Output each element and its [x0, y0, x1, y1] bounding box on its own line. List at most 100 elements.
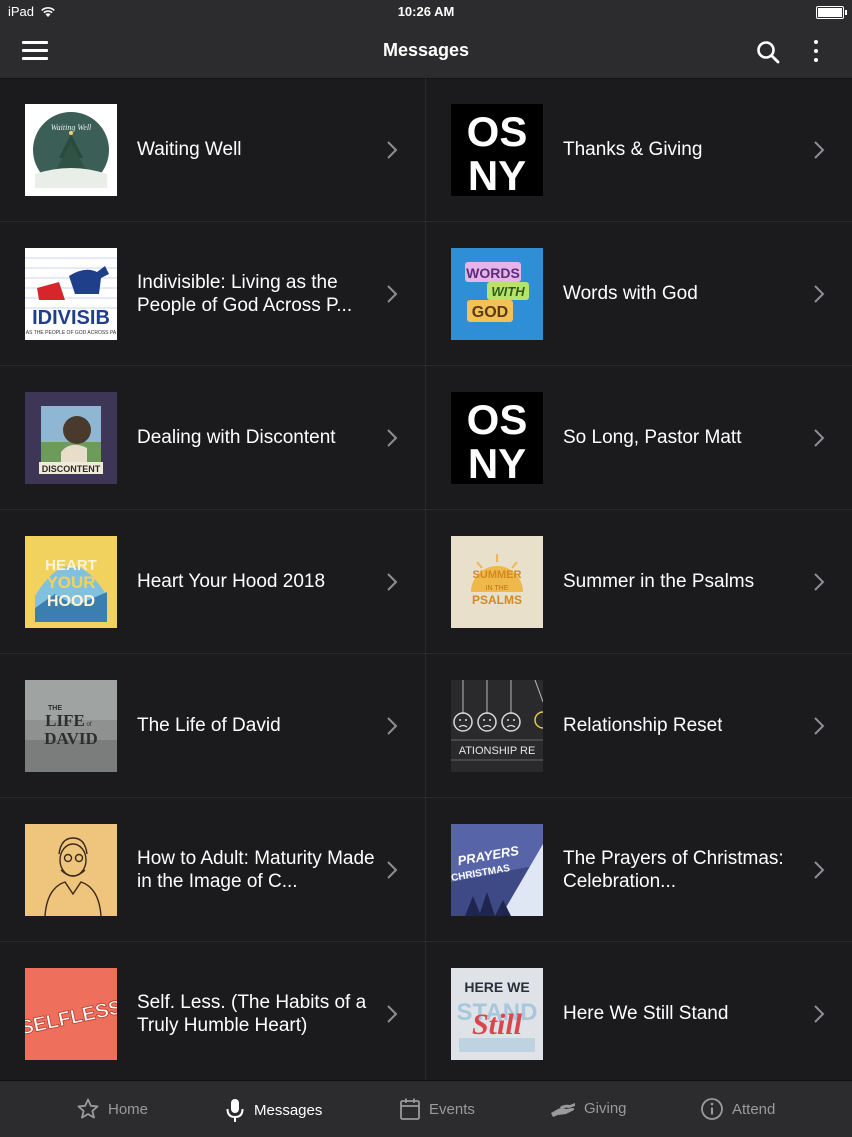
page-title: Messages — [382, 40, 470, 60]
message-title: Indivisible: Living as the People of God… — [137, 271, 353, 316]
series-artwork: IDIVISIB AS THE PEOPLE OF GOD ACROSS PA — [25, 248, 117, 340]
message-title: Thanks & Giving — [563, 139, 703, 160]
art-text: AS THE PEOPLE OF GOD ACROSS PA — [26, 330, 117, 336]
chevron-right-icon — [387, 141, 398, 159]
chevron-right-icon — [814, 1005, 825, 1023]
star-icon — [77, 1098, 99, 1119]
series-artwork: OS NY — [451, 104, 543, 196]
message-item[interactable]: OS NY So Long, Pastor Matt — [426, 366, 852, 510]
message-item[interactable]: Waiting Well Waiting Well — [0, 78, 426, 222]
chevron-right-icon — [387, 429, 398, 447]
art-text: NY — [468, 152, 526, 196]
art-text: HERE WE — [464, 979, 529, 995]
message-item[interactable]: SELFLESS Self. Less. (The Habits of a Tr… — [0, 942, 426, 1086]
message-item[interactable]: SUMMER IN THE PSALMS Summer in the Psalm… — [426, 510, 852, 654]
art-text: HEART — [45, 557, 97, 574]
chevron-right-icon — [387, 717, 398, 735]
art-text: Waiting Well — [51, 123, 92, 132]
art-text: NY — [468, 440, 526, 484]
message-title: Summer in the Psalms — [563, 571, 755, 592]
series-artwork: THE LIFE of DAVID — [25, 680, 117, 772]
series-artwork: DISCONTENT — [25, 392, 117, 484]
tab-messages[interactable]: Messages — [224, 1097, 322, 1123]
chevron-right-icon — [814, 717, 825, 735]
art-text: PSALMS — [472, 593, 522, 607]
giving-hands-icon — [551, 1103, 575, 1117]
calendar-icon — [400, 1098, 420, 1120]
message-title: The Prayers of Christmas: Celebration... — [563, 847, 784, 892]
art-text: SELFLESS — [25, 996, 117, 1039]
art-text: WORDS — [466, 265, 520, 281]
series-artwork: ATIONSHIP RE — [451, 680, 543, 772]
series-artwork: Waiting Well — [25, 104, 117, 196]
message-title: Self. Less. (The Habits of a Truly Humbl… — [137, 991, 367, 1036]
art-text: YOUR — [46, 573, 95, 592]
tab-label: Messages — [254, 1101, 323, 1119]
art-text: HOOD — [47, 593, 95, 610]
art-text: ATIONSHIP RE — [459, 745, 536, 757]
message-item[interactable]: DISCONTENT Dealing with Discontent — [0, 366, 426, 510]
art-text: LIFE — [45, 711, 85, 730]
message-title: Relationship Reset — [563, 715, 723, 736]
message-title: Heart Your Hood 2018 — [137, 571, 326, 592]
series-artwork — [25, 824, 117, 916]
series-artwork: PRAYERS CHRISTMAS — [451, 824, 543, 916]
message-item[interactable]: PRAYERS CHRISTMAS The Prayers of Christm… — [426, 798, 852, 942]
microphone-icon — [226, 1099, 244, 1122]
search-icon[interactable] — [754, 38, 782, 66]
art-text: SUMMER — [473, 569, 522, 581]
chevron-right-icon — [387, 1005, 398, 1023]
message-title: The Life of David — [137, 715, 281, 736]
message-item[interactable]: THE LIFE of DAVID The Life of David — [0, 654, 426, 798]
series-artwork: HERE WE STAND Still — [451, 968, 543, 1060]
message-item[interactable]: WORDS WITH GOD Words with God — [426, 222, 852, 366]
art-text: GOD — [472, 304, 508, 321]
chevron-right-icon — [387, 573, 398, 591]
tab-home[interactable]: Home — [76, 1097, 148, 1121]
clock: 10:26 AM — [397, 4, 455, 19]
message-title: How to Adult: Maturity Made in the Image… — [137, 847, 375, 892]
message-item[interactable]: HERE WE STAND Still Here We Still Stand — [426, 942, 852, 1086]
chevron-right-icon — [814, 285, 825, 303]
info-circle-icon — [701, 1098, 723, 1120]
chevron-right-icon — [814, 861, 825, 879]
status-bar: iPad 10:26 AM — [0, 0, 852, 24]
art-text: WITH — [491, 284, 525, 299]
art-text: of — [86, 722, 91, 728]
chevron-right-icon — [814, 141, 825, 159]
tab-label: Giving — [584, 1099, 627, 1117]
more-vertical-icon[interactable] — [806, 37, 826, 65]
message-title: Here We Still Stand — [563, 1003, 729, 1024]
art-text: Still — [472, 1008, 523, 1041]
message-title: So Long, Pastor Matt — [563, 427, 742, 448]
art-text: DAVID — [44, 729, 98, 748]
message-item[interactable]: How to Adult: Maturity Made in the Image… — [0, 798, 426, 942]
art-text: OS — [467, 396, 528, 443]
series-artwork: HEART YOUR HOOD — [25, 536, 117, 628]
message-item[interactable]: ATIONSHIP RE Relationship Reset — [426, 654, 852, 798]
chevron-right-icon — [814, 429, 825, 447]
chevron-right-icon — [387, 285, 398, 303]
art-text: DISCONTENT — [42, 464, 101, 474]
battery-icon — [816, 6, 847, 19]
message-item[interactable]: OS NY Thanks & Giving — [426, 78, 852, 222]
message-title: Words with God — [563, 283, 698, 304]
messages-grid: Waiting Well Waiting Well OS NY Thanks &… — [0, 78, 852, 1086]
tab-label: Home — [108, 1100, 149, 1118]
tab-events[interactable]: Events — [399, 1097, 475, 1121]
tab-giving[interactable]: Giving — [550, 1097, 627, 1119]
tab-attend[interactable]: Attend — [700, 1097, 775, 1121]
message-item[interactable]: HEART YOUR HOOD Heart Your Hood 2018 — [0, 510, 426, 654]
tab-label: Attend — [732, 1100, 776, 1118]
chevron-right-icon — [814, 573, 825, 591]
series-artwork: SELFLESS — [25, 968, 117, 1060]
bottom-tab-bar: Home Messages Events Giving Attend — [0, 1080, 852, 1137]
series-artwork: WORDS WITH GOD — [451, 248, 543, 340]
message-title: Waiting Well — [137, 139, 242, 160]
chevron-right-icon — [387, 861, 398, 879]
message-item[interactable]: IDIVISIB AS THE PEOPLE OF GOD ACROSS PA … — [0, 222, 426, 366]
art-text: IDIVISIB — [32, 307, 110, 329]
series-artwork: OS NY — [451, 392, 543, 484]
art-text: OS — [467, 108, 528, 155]
tab-label: Events — [429, 1100, 475, 1118]
